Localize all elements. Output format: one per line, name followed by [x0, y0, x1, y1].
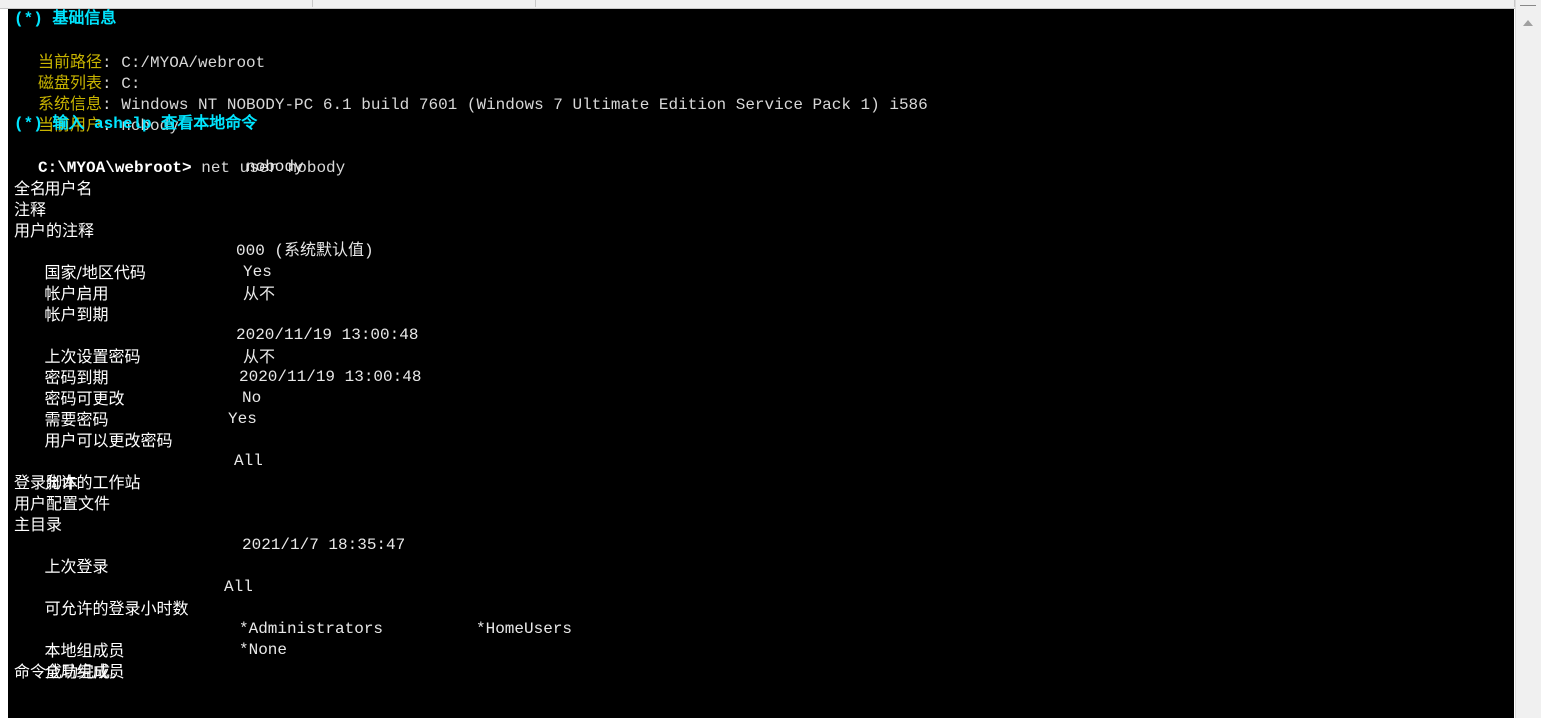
output-value: Yes	[243, 263, 272, 281]
output-row: 用户可以更改密码 Yes	[14, 409, 614, 450]
command-line[interactable]: C:\MYOA\webroot> net user nobody	[14, 136, 345, 177]
basic-info-heading: (*) 基础信息	[14, 10, 117, 28]
output-row: 密码可更改 2020/11/19 13:00:48	[14, 367, 614, 408]
output-value: 2020/11/19 13:00:48	[236, 326, 419, 344]
disk-list-line: 磁盘列表: C:	[14, 51, 140, 93]
output-row: 允许的工作站 All	[14, 451, 614, 492]
output-row: 用户的注释	[14, 221, 95, 240]
tab-strip	[0, 0, 1515, 9]
sysinfo-value: Windows NT NOBODY-PC 6.1 build 7601 (Win…	[121, 96, 928, 114]
output-row: 上次设置密码 2020/11/19 13:00:48	[14, 325, 614, 366]
output-value: No	[242, 389, 262, 407]
output-row: 注释	[14, 200, 47, 219]
output-label: 帐户到期	[44, 305, 109, 324]
output-value: 000 (系统默认值)	[236, 242, 374, 260]
tab-segment[interactable]	[536, 0, 1515, 7]
output-value: All	[234, 452, 263, 470]
current-path-line: 当前路径: C:/MYOA/webroot	[14, 30, 265, 72]
output-row: 主目录	[14, 515, 63, 534]
output-row: 帐户到期 从不	[14, 283, 614, 324]
output-row: 本地组成员 *Administrators *HomeUsers	[14, 619, 714, 660]
output-row: 可允许的登录小时数 All	[14, 577, 614, 618]
tab-segment[interactable]	[313, 0, 536, 7]
output-value: 从不	[243, 347, 276, 366]
output-label: 用户可以更改密码	[44, 431, 173, 450]
scroll-up-arrow-icon[interactable]	[1523, 20, 1533, 26]
output-value: nobody	[246, 158, 304, 176]
output-value: *HomeUsers	[476, 620, 573, 638]
output-row: 用户名 nobody	[14, 157, 614, 198]
system-info-line: 系统信息: Windows NT NOBODY-PC 6.1 build 760…	[14, 72, 928, 114]
output-row: 密码到期 从不	[14, 346, 614, 387]
output-row: 登录脚本	[14, 473, 79, 492]
terminal-output[interactable]: (*) 基础信息 当前路径: C:/MYOA/webroot 磁盘列表: C: …	[8, 9, 1514, 718]
output-label: 上次登录	[44, 557, 109, 576]
output-row: 用户配置文件	[14, 494, 111, 513]
help-hint: (*) 输入 ashelp 查看本地命令	[14, 115, 258, 133]
output-value: 2020/11/19 13:00:48	[239, 368, 422, 386]
output-label: 可允许的登录小时数	[44, 599, 189, 618]
window: (*) 基础信息 当前路径: C:/MYOA/webroot 磁盘列表: C: …	[0, 0, 1541, 718]
path-value: C:/MYOA/webroot	[121, 54, 266, 72]
output-row: 需要密码 No	[14, 388, 614, 429]
command-complete-message: 命令成功完成。	[14, 662, 127, 681]
output-value: 2021/1/7 18:35:47	[242, 536, 406, 554]
output-value: All	[224, 578, 253, 596]
output-value: *Administrators	[239, 620, 384, 638]
output-value: 从不	[243, 284, 276, 303]
current-user-line: 当前用户: nobody	[14, 93, 179, 135]
output-row: 国家/地区代码 000 (系统默认值)	[14, 241, 614, 282]
tab-segment[interactable]	[0, 0, 313, 7]
output-value: Yes	[228, 410, 257, 428]
output-row: 帐户启用 Yes	[14, 262, 614, 303]
vertical-scrollbar[interactable]	[1515, 0, 1541, 718]
output-row: 全局组成员 *None	[14, 640, 614, 681]
output-row: 上次登录 2021/1/7 18:35:47	[14, 535, 614, 576]
output-value: *None	[239, 641, 288, 659]
output-label: 用户名	[44, 179, 93, 198]
minimize-line-icon[interactable]	[1520, 5, 1536, 6]
output-row: 全名	[14, 179, 47, 198]
